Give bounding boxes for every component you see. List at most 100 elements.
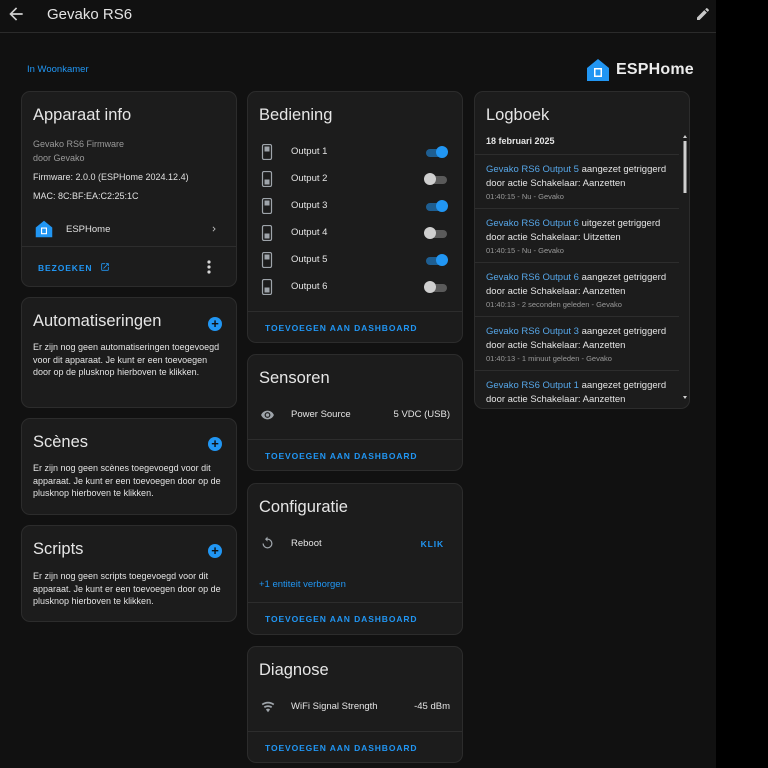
controls-divider	[248, 311, 462, 312]
diagnostic-label: WiFi Signal Strength	[291, 701, 378, 712]
log-entry: Gevako RS6 Output 6 aangezet getriggerd …	[475, 263, 679, 317]
logbook-scrollbar[interactable]	[682, 134, 688, 404]
diagnostics-divider	[248, 731, 462, 732]
firmware-line-2: door Gevako	[33, 153, 85, 163]
switch-icon	[261, 144, 273, 160]
output-label: Output 3	[291, 200, 328, 211]
log-meta: 01:40:13 - 2 seconden geleden - Gevako	[486, 300, 622, 309]
output-toggle[interactable]	[424, 281, 448, 293]
esphome-integration-icon	[35, 220, 53, 238]
integration-row[interactable]: ESPHome	[22, 218, 236, 242]
diagnostics-title: Diagnose	[259, 661, 329, 679]
device-info-title: Apparaat info	[33, 106, 132, 124]
log-meta: 01:40:15 - Nu - Gevako	[486, 246, 564, 255]
log-meta: 01:40:13 - 1 minuut geleden - Gevako	[486, 354, 612, 363]
log-entry: Gevako RS6 Output 1 aangezet getriggerd …	[475, 371, 679, 408]
controls-card: Bediening Output 1 Output 2 Output 3 Out…	[247, 91, 463, 343]
sensors-add-to-dashboard-button[interactable]: TOEVOEGEN AAN DASHBOARD	[265, 451, 417, 461]
edit-pencil-icon[interactable]	[695, 6, 711, 22]
output-row[interactable]: Output 1	[248, 139, 462, 166]
output-label: Output 5	[291, 254, 328, 265]
output-toggle[interactable]	[424, 227, 448, 239]
output-label: Output 2	[291, 173, 328, 184]
configuration-title: Configuratie	[259, 498, 348, 516]
esphome-house-icon	[587, 59, 609, 81]
log-entity-link[interactable]: Gevako RS6 Output 6	[486, 218, 579, 229]
output-row[interactable]: Output 4	[248, 220, 462, 247]
eye-icon	[261, 410, 274, 420]
diagnostic-value: -45 dBm	[414, 701, 450, 712]
device-info-card: Apparaat info Gevako RS6 Firmware door G…	[21, 91, 237, 287]
scenes-card: Scènes + Er zijn nog geen scènes toegevo…	[21, 418, 237, 515]
integration-name: ESPHome	[66, 224, 111, 235]
more-vertical-icon[interactable]	[204, 260, 214, 274]
add-automation-plus-icon[interactable]: +	[208, 317, 222, 331]
switch-icon	[261, 252, 273, 268]
log-entity-link[interactable]: Gevako RS6 Output 5	[486, 164, 579, 175]
scenes-title: Scènes	[33, 433, 89, 451]
reboot-row: Reboot KLIK	[248, 531, 462, 558]
log-entity-link[interactable]: Gevako RS6 Output 1	[486, 380, 579, 391]
output-toggle[interactable]	[424, 173, 448, 185]
scripts-title: Scripts	[33, 540, 84, 558]
scenes-empty-text: Er zijn nog geen scènes toegevoegd voor …	[33, 463, 221, 498]
add-script-plus-icon[interactable]: +	[208, 544, 222, 558]
mac-address: MAC: 8C:BF:EA:C2:25:1C	[33, 191, 139, 201]
logbook-title: Logboek	[486, 106, 550, 124]
add-scene-plus-icon[interactable]: +	[208, 437, 222, 451]
log-entity-link[interactable]: Gevako RS6 Output 3	[486, 326, 579, 337]
reboot-label: Reboot	[291, 538, 322, 549]
firmware-line-1: Gevako RS6 Firmware	[33, 139, 125, 149]
output-toggle[interactable]	[424, 200, 448, 212]
reboot-press-button[interactable]: KLIK	[421, 539, 444, 549]
device-info-divider	[22, 246, 236, 247]
output-row[interactable]: Output 3	[248, 193, 462, 220]
esphome-logo: ESPHome	[586, 58, 694, 82]
output-toggle[interactable]	[424, 146, 448, 158]
sensor-label: Power Source	[291, 409, 351, 420]
controls-add-to-dashboard-button[interactable]: TOEVOEGEN AAN DASHBOARD	[265, 323, 417, 333]
wifi-icon	[261, 701, 275, 713]
switch-icon	[261, 279, 273, 295]
automations-title: Automatiseringen	[33, 312, 162, 330]
output-label: Output 1	[291, 146, 328, 157]
output-toggle[interactable]	[424, 254, 448, 266]
output-row[interactable]: Output 5	[248, 247, 462, 274]
open-in-new-icon	[100, 263, 109, 271]
logbook-card: Logboek 18 februari 2025 Gevako RS6 Outp…	[474, 91, 690, 409]
log-entity-link[interactable]: Gevako RS6 Output 6	[486, 272, 579, 283]
log-meta: 01:40:15 - Nu - Gevako	[486, 192, 564, 201]
scripts-card: Scripts + Er zijn nog geen scripts toege…	[21, 525, 237, 622]
page-title: Gevako RS6	[47, 6, 133, 23]
switch-icon	[261, 171, 273, 187]
diagnostics-add-to-dashboard-button[interactable]: TOEVOEGEN AAN DASHBOARD	[265, 743, 417, 753]
logbook-date: 18 februari 2025	[486, 136, 555, 146]
output-row[interactable]: Output 6	[248, 274, 462, 301]
sensor-value: 5 VDC (USB)	[393, 409, 450, 420]
restart-icon	[262, 536, 273, 549]
switch-icon	[261, 198, 273, 214]
hidden-entities-link[interactable]: +1 entiteit verborgen	[259, 579, 346, 590]
log-entry: Gevako RS6 Output 5 aangezet getriggerd …	[475, 155, 679, 209]
output-label: Output 4	[291, 227, 328, 238]
sensor-row[interactable]: Power Source 5 VDC (USB)	[248, 402, 462, 429]
firmware-version: Firmware: 2.0.0 (ESPHome 2024.12.4)	[33, 172, 189, 182]
log-entry: Gevako RS6 Output 6 uitgezet getriggerd …	[475, 209, 679, 263]
configuration-divider	[248, 602, 462, 603]
controls-title: Bediening	[259, 106, 333, 124]
app-window: Gevako RS6 In Woonkamer ESPHome Apparaat…	[0, 0, 716, 768]
area-link[interactable]: In Woonkamer	[27, 64, 89, 75]
sensors-card: Sensoren Power Source 5 VDC (USB) TOEVOE…	[247, 354, 463, 471]
chevron-right-icon	[212, 226, 216, 232]
back-arrow-icon[interactable]	[6, 4, 26, 24]
output-row[interactable]: Output 2	[248, 166, 462, 193]
scripts-empty-text: Er zijn nog geen scripts toegevoegd voor…	[33, 571, 221, 606]
sensors-title: Sensoren	[259, 369, 330, 387]
switch-icon	[261, 225, 273, 241]
diagnostic-row[interactable]: WiFi Signal Strength -45 dBm	[248, 694, 462, 721]
brand-name: ESPHome	[616, 61, 694, 78]
automations-empty-text: Er zijn nog geen automatiseringen toegev…	[33, 342, 220, 377]
diagnostics-card: Diagnose WiFi Signal Strength -45 dBm TO…	[247, 646, 463, 763]
configuration-add-to-dashboard-button[interactable]: TOEVOEGEN AAN DASHBOARD	[265, 614, 417, 624]
visit-button[interactable]: BEZOEKEN	[38, 262, 110, 273]
